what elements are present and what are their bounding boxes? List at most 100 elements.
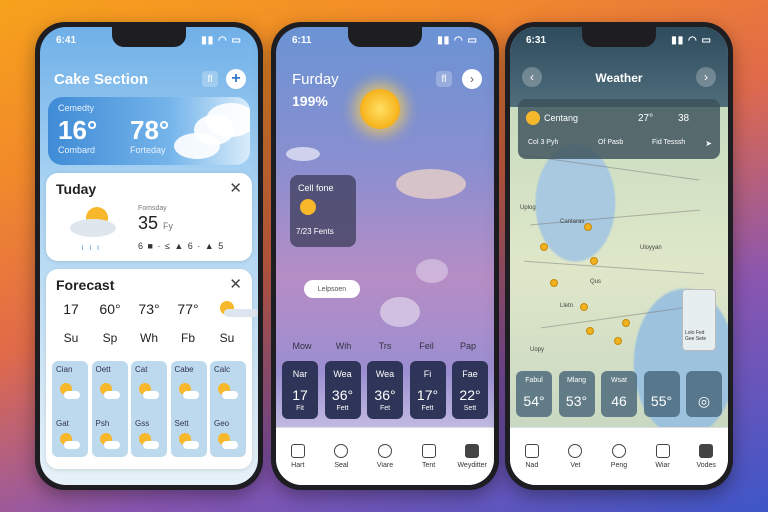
forecast-tile[interactable]: Fae 22° Sett <box>452 361 488 419</box>
forecast-column[interactable]: Cian Gat <box>52 361 88 457</box>
close-icon[interactable]: ✕ <box>229 179 242 197</box>
today-card: Tuday ✕ ╷╷╷ Fomsday 35 Fy 6 ■ · ≤ ▲ 6 · … <box>46 173 252 261</box>
signal-icon: ▮▮ ◠ ▭ <box>671 35 712 46</box>
nav-label: Hart <box>291 462 305 469</box>
forecast-tile[interactable]: Mlang 53° <box>558 371 595 417</box>
current-weather-hero: Cemedty 16° 78° Combard Forteday <box>48 97 250 165</box>
forecast-tile[interactable]: Nar 17 Fit <box>282 361 318 419</box>
bottom-nav: Nad Vet Peng Wiar Vodes <box>510 427 728 485</box>
nav-item-radar[interactable]: Peng <box>601 444 637 469</box>
arrow-icon[interactable]: ➤ <box>705 139 712 148</box>
forecast-tile[interactable]: Fabul 54° <box>516 371 552 417</box>
pill-button[interactable]: Lelpsoen <box>304 280 360 298</box>
panel-detail-3: Fid Tesssh <box>652 139 686 146</box>
chevron-right-icon[interactable]: › <box>462 69 482 89</box>
nav-item-location[interactable]: Vet <box>557 444 593 469</box>
forecast-tiles: Fabul 54° Mlang 53° Wsat 46 55° ◎ <box>516 371 722 417</box>
cloud-icon <box>103 441 120 449</box>
forecast-column[interactable]: Cabe Sett <box>170 361 207 457</box>
nav-item-home[interactable]: Hart <box>280 444 316 469</box>
weather-marker-icon[interactable] <box>540 243 548 251</box>
header-menu-icon[interactable]: fl <box>202 71 218 87</box>
cloud-icon <box>64 391 80 399</box>
weather-marker-icon[interactable] <box>622 319 630 327</box>
map-label: Cantaras <box>560 219 585 225</box>
today-details: 6 ■ · ≤ ▲ 6 · ▲ 5 <box>138 241 225 251</box>
partly-cloudy-icon <box>210 301 258 321</box>
weather-marker-icon[interactable] <box>550 279 558 287</box>
tile-temp: ◎ <box>697 393 711 409</box>
forecast-temps: 17 60° 73° 77° <box>54 301 258 321</box>
weather-marker-icon[interactable] <box>586 327 594 335</box>
weather-marker-icon[interactable] <box>584 223 592 231</box>
nav-item-search[interactable]: Seal <box>323 444 359 469</box>
cloud-icon <box>222 391 238 399</box>
close-icon[interactable]: ✕ <box>229 275 242 293</box>
nav-item-videos[interactable]: Vodes <box>688 444 724 469</box>
forecast-tile[interactable]: 55° <box>643 371 680 417</box>
folder-icon <box>465 444 480 458</box>
sun-icon <box>360 89 400 129</box>
cloud-icon <box>143 441 159 449</box>
nav-item-view[interactable]: Viare <box>367 444 403 469</box>
forecast-column[interactable]: Calc Geo <box>210 361 246 457</box>
weather-marker-icon[interactable] <box>590 257 598 265</box>
column-label-top: Cabe <box>174 365 194 374</box>
signal-icon: ▮▮ ◠ ▭ <box>201 35 242 46</box>
hero-caption: Cemedty <box>58 103 95 113</box>
forecast-column[interactable]: Oett Psh <box>91 361 128 457</box>
column-label-bottom: Gss <box>135 419 150 428</box>
map-border <box>540 306 690 329</box>
forecast-tile[interactable]: Wsat 46 <box>601 371 637 417</box>
tile-label: Wea <box>333 369 352 379</box>
nav-item-edit[interactable]: Tent <box>411 444 447 469</box>
status-time: 6:11 <box>292 35 312 46</box>
forward-button[interactable]: › <box>696 67 716 87</box>
header-menu-icon[interactable]: fl <box>436 71 452 87</box>
tile-temp: 36° <box>331 387 354 403</box>
nav-item-weather[interactable]: Weyditter <box>454 444 490 469</box>
weather-marker-icon[interactable] <box>580 303 588 311</box>
forecast-tile[interactable]: Wea 36° Fett <box>324 361 361 419</box>
forecast-tiles: Nar 17 Fit Wea 36° Fett Wea 36° Fet Fi 17° Fett … <box>282 361 488 419</box>
cloud-icon <box>286 147 320 161</box>
nav-item-map[interactable]: Nad <box>514 444 550 469</box>
forecast-day: Wih <box>335 341 352 351</box>
location-pin-icon <box>568 444 583 458</box>
tile-label: Nar <box>292 369 308 379</box>
tile-label: Wsat <box>611 377 627 384</box>
forecast-column[interactable]: Cat Gss <box>131 361 167 457</box>
forecast-day: Wh <box>140 331 158 345</box>
column-label-top: Oett <box>95 365 111 374</box>
notch <box>582 27 656 47</box>
add-button[interactable]: + <box>226 69 246 89</box>
rain-cloud-icon: ╷╷╷ <box>66 207 126 250</box>
forecast-tile[interactable]: Fi 17° Fett <box>409 361 446 419</box>
tile-label: Fae <box>462 369 478 379</box>
tile-sub: Fit <box>296 405 304 412</box>
map-border <box>530 209 700 226</box>
radar-icon <box>611 444 626 458</box>
tile-sub: Fet <box>379 405 391 412</box>
forecast-day: Fb <box>180 331 195 345</box>
today-caption: Fomsday <box>138 205 167 212</box>
phone-1-screen: 6:41 ▮▮ ◠ ▭ Cake Section fl + Cemedty 16… <box>40 27 258 485</box>
forecast-tile[interactable]: Wea 36° Fet <box>367 361 403 419</box>
forecast-card: Forecast ✕ 17 60° 73° 77° Su Sp Wh Fb Su <box>46 269 258 469</box>
nav-label: Nad <box>525 462 539 469</box>
page-title: Furday <box>292 71 339 88</box>
location-card[interactable]: Cell fone 7/23 Fents <box>290 175 356 247</box>
forecast-tile[interactable]: ◎ <box>686 371 722 417</box>
nav-item-view[interactable]: Wiar <box>645 444 681 469</box>
weather-marker-icon[interactable] <box>614 337 622 345</box>
cloud-icon <box>380 297 420 327</box>
column-label-top: Cian <box>56 365 73 374</box>
notch <box>348 27 422 47</box>
sun-icon <box>300 199 316 215</box>
map-icon <box>524 444 539 458</box>
panel-value-2: 38 <box>678 113 690 124</box>
cloud-icon <box>103 391 120 399</box>
edit-icon <box>421 444 436 458</box>
phone-2-screen: 6:11 ▮▮ ◠ ▭ Furday 199% fl › Cell fone 7… <box>276 27 494 485</box>
forecast-day: Trs <box>378 341 392 351</box>
